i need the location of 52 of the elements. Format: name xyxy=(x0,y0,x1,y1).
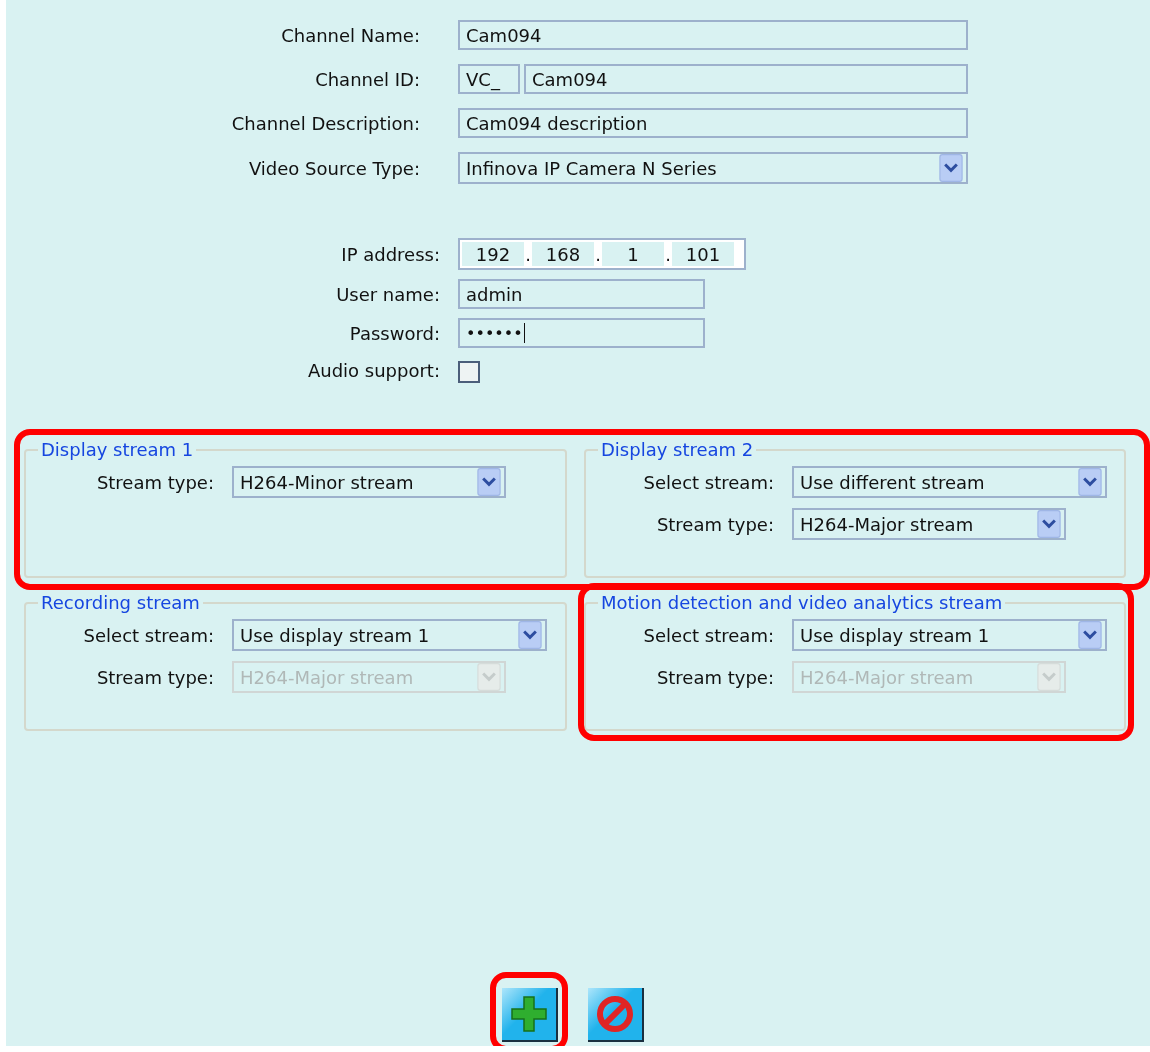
chevron-down-icon xyxy=(476,663,502,691)
field-label: User name: xyxy=(335,283,440,305)
text-field[interactable]: admin xyxy=(458,279,705,309)
checkbox[interactable] xyxy=(458,361,480,383)
dropdown[interactable]: Use display stream 1 xyxy=(232,619,547,651)
field-label: Stream type: xyxy=(95,471,214,493)
field-label: Channel Name: xyxy=(280,24,420,46)
group-title: Recording stream xyxy=(40,592,201,613)
chevron-down-icon xyxy=(476,468,502,496)
field-label: IP address: xyxy=(340,243,440,265)
field-label: Stream type: xyxy=(655,666,774,688)
dropdown[interactable]: H264-Minor stream xyxy=(232,466,506,498)
chevron-down-icon xyxy=(1036,510,1062,538)
group-title: Motion detection and video analytics stream xyxy=(600,592,1004,613)
text-field[interactable]: Cam094 description xyxy=(458,108,968,138)
field-label: Channel Description: xyxy=(230,112,420,134)
chevron-down-icon xyxy=(1077,468,1103,496)
octet-text: 168 xyxy=(532,242,594,266)
field-label: Stream type: xyxy=(655,513,774,535)
cancel-button[interactable] xyxy=(588,988,644,1042)
octet-text: 101 xyxy=(672,242,734,266)
group-title: Display stream 2 xyxy=(600,439,755,460)
ip-address-field[interactable]: 192 . 168 . 1 . 101 xyxy=(458,238,746,270)
field-label: Select stream: xyxy=(642,471,774,493)
prohibited-icon xyxy=(595,994,635,1034)
text-field[interactable]: Cam094 xyxy=(524,64,968,94)
field-label: Channel ID: xyxy=(314,68,420,90)
field-label: Select stream: xyxy=(82,624,214,646)
octet-text: 1 xyxy=(602,242,664,266)
octet-separator: . xyxy=(664,243,672,265)
prefix-field: VC_ xyxy=(458,64,520,94)
field-label: Video Source Type: xyxy=(247,157,420,179)
dropdown[interactable]: Use different stream xyxy=(792,466,1107,498)
dropdown[interactable]: Infinova IP Camera N Series xyxy=(458,152,968,184)
password-field[interactable]: •••••• xyxy=(458,318,705,348)
octet-text: 192 xyxy=(462,242,524,266)
field-label: Select stream: xyxy=(642,624,774,646)
chevron-down-icon xyxy=(1036,663,1062,691)
text-field[interactable]: Cam094 xyxy=(458,20,968,50)
chevron-down-icon xyxy=(938,154,964,182)
group-title: Display stream 1 xyxy=(40,439,195,460)
plus-icon xyxy=(509,994,549,1034)
octet-separator: . xyxy=(594,243,602,265)
chevron-down-icon xyxy=(1077,621,1103,649)
field-label: Password: xyxy=(348,322,440,344)
add-button[interactable] xyxy=(502,988,558,1042)
field-label: Stream type: xyxy=(95,666,214,688)
field-label: Audio support: xyxy=(306,359,440,381)
dropdown[interactable]: H264-Major stream xyxy=(792,508,1066,540)
chevron-down-icon xyxy=(517,621,543,649)
octet-separator: . xyxy=(524,243,532,265)
dropdown[interactable]: Use display stream 1 xyxy=(792,619,1107,651)
